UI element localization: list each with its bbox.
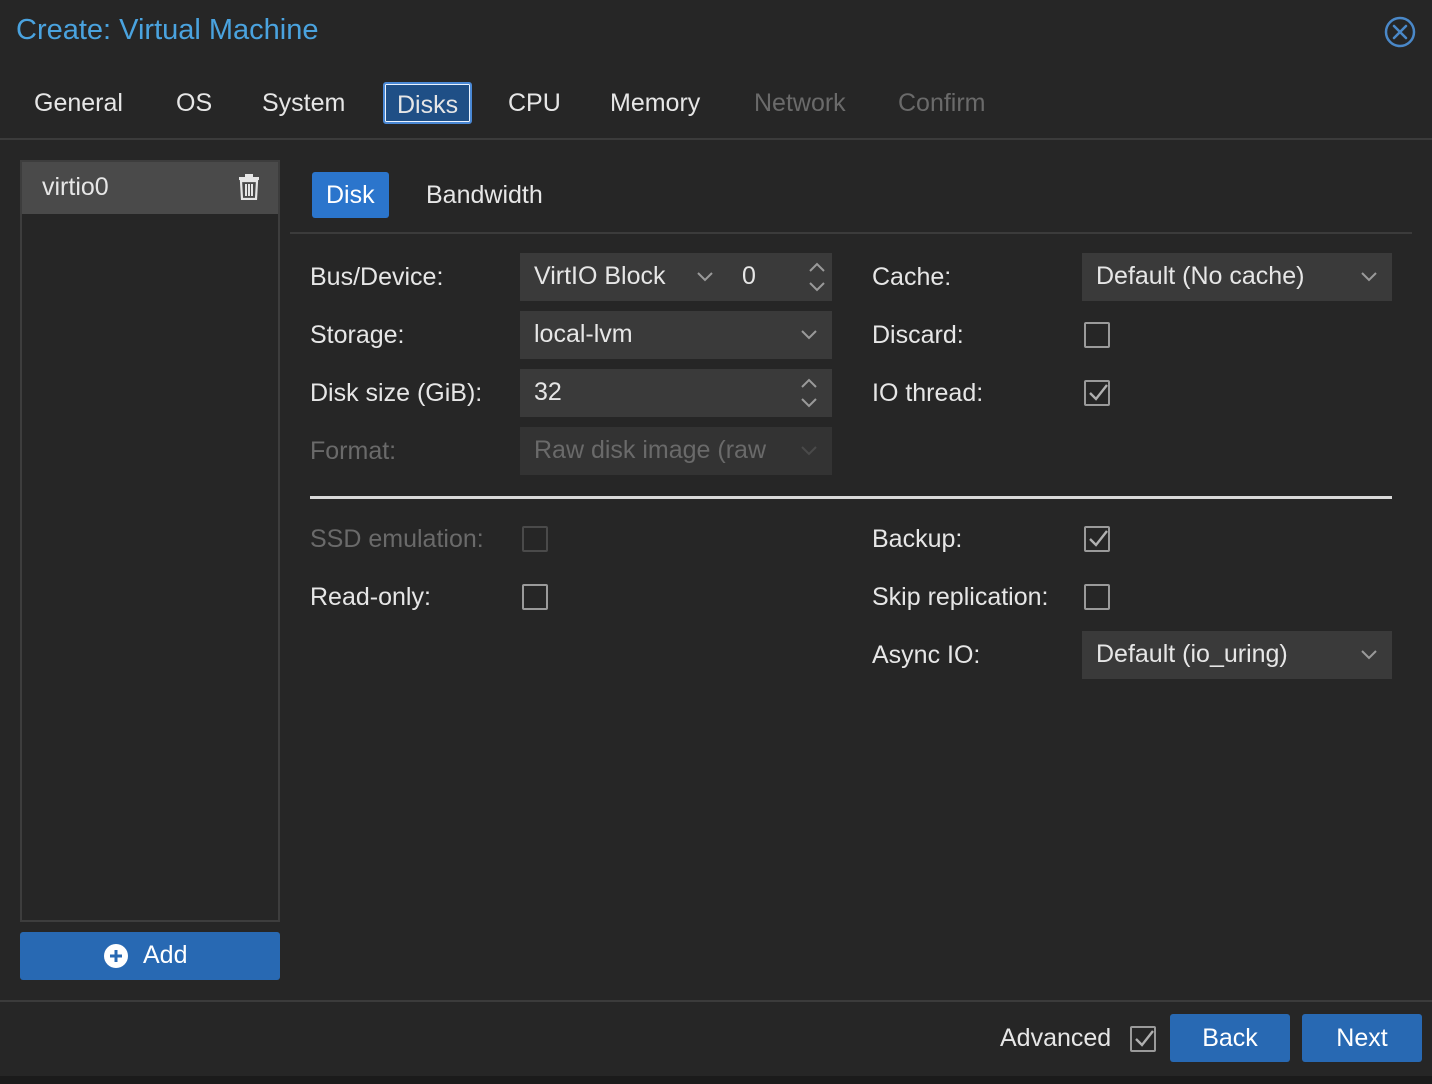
cache-label: Cache: xyxy=(872,263,952,291)
add-disk-button[interactable]: Add xyxy=(20,932,280,980)
trash-icon[interactable] xyxy=(238,174,260,201)
disk-size-value: 32 xyxy=(534,378,562,406)
subtab-bandwidth[interactable]: Bandwidth xyxy=(412,172,557,218)
plus-circle-icon xyxy=(104,944,128,968)
wizard-tabs: General OS System Disks CPU Memory Netwo… xyxy=(0,76,1432,140)
ssd-emulation-label: SSD emulation: xyxy=(310,525,484,553)
storage-select[interactable]: local-lvm xyxy=(520,311,832,359)
disk-size-input[interactable]: 32 xyxy=(520,369,832,417)
device-number-input[interactable]: 0 xyxy=(730,253,832,301)
bus-device-field: VirtIO Block 0 xyxy=(520,253,832,301)
close-icon[interactable] xyxy=(1384,16,1416,48)
add-disk-button-label: Add xyxy=(143,941,188,969)
spinner-icon[interactable] xyxy=(800,376,818,410)
bus-select[interactable]: VirtIO Block xyxy=(520,253,730,301)
back-button[interactable]: Back xyxy=(1170,1014,1290,1062)
format-label: Format: xyxy=(310,437,397,465)
cache-select-value: Default (No cache) xyxy=(1096,262,1305,290)
next-button[interactable]: Next xyxy=(1302,1014,1422,1062)
disk-list-item-label: virtio0 xyxy=(42,173,109,201)
cache-select[interactable]: Default (No cache) xyxy=(1082,253,1392,301)
io-thread-label: IO thread: xyxy=(872,379,984,407)
async-io-label: Async IO: xyxy=(872,641,981,669)
bus-device-label: Bus/Device: xyxy=(310,263,444,291)
disk-list-item[interactable]: virtio0 xyxy=(22,162,278,214)
skip-replication-checkbox[interactable] xyxy=(1084,584,1110,610)
disk-subtabs: Disk Bandwidth xyxy=(290,168,1412,234)
bus-select-value: VirtIO Block xyxy=(534,262,666,290)
storage-label: Storage: xyxy=(310,321,405,349)
disk-list: virtio0 xyxy=(20,160,280,922)
advanced-checkbox[interactable] xyxy=(1130,1026,1156,1052)
skip-replication-label: Skip replication: xyxy=(872,583,1049,611)
discard-label: Discard: xyxy=(872,321,964,349)
async-io-select[interactable]: Default (io_uring) xyxy=(1082,631,1392,679)
tab-general[interactable]: General xyxy=(22,82,135,124)
backup-label: Backup: xyxy=(872,525,963,553)
tab-disks[interactable]: Disks xyxy=(383,82,473,124)
async-io-select-value: Default (io_uring) xyxy=(1096,640,1288,668)
tab-cpu[interactable]: CPU xyxy=(496,82,573,124)
discard-checkbox[interactable] xyxy=(1084,322,1110,348)
format-select-value: Raw disk image (raw xyxy=(534,436,767,464)
backup-checkbox[interactable] xyxy=(1084,526,1110,552)
device-number-value: 0 xyxy=(742,262,756,290)
disk-size-label: Disk size (GiB): xyxy=(310,379,483,407)
checkmark-icon xyxy=(1089,530,1108,547)
checkmark-icon xyxy=(1135,1030,1154,1047)
chevron-down-icon xyxy=(801,330,817,340)
spinner-icon[interactable] xyxy=(808,260,826,294)
tab-system[interactable]: System xyxy=(250,82,357,124)
tab-os[interactable]: OS xyxy=(164,82,224,124)
checkmark-icon xyxy=(1089,384,1108,401)
chevron-down-icon xyxy=(1361,272,1377,282)
io-thread-checkbox[interactable] xyxy=(1084,380,1110,406)
subtab-disk[interactable]: Disk xyxy=(312,172,389,218)
tab-confirm[interactable]: Confirm xyxy=(886,82,998,124)
dialog-titlebar: Create: Virtual Machine xyxy=(0,0,1432,66)
chevron-down-icon xyxy=(1361,650,1377,660)
read-only-checkbox[interactable] xyxy=(522,584,548,610)
tab-network[interactable]: Network xyxy=(742,82,858,124)
format-select[interactable]: Raw disk image (raw xyxy=(520,427,832,475)
advanced-separator xyxy=(310,496,1392,499)
tab-memory[interactable]: Memory xyxy=(598,82,712,124)
bottom-edge xyxy=(0,1076,1432,1084)
chevron-down-icon xyxy=(697,272,713,282)
dialog-title: Create: Virtual Machine xyxy=(16,14,319,46)
advanced-label: Advanced xyxy=(1000,1024,1112,1052)
storage-select-value: local-lvm xyxy=(534,320,633,348)
ssd-emulation-checkbox[interactable] xyxy=(522,526,548,552)
read-only-label: Read-only: xyxy=(310,583,431,611)
chevron-down-icon xyxy=(801,446,817,456)
